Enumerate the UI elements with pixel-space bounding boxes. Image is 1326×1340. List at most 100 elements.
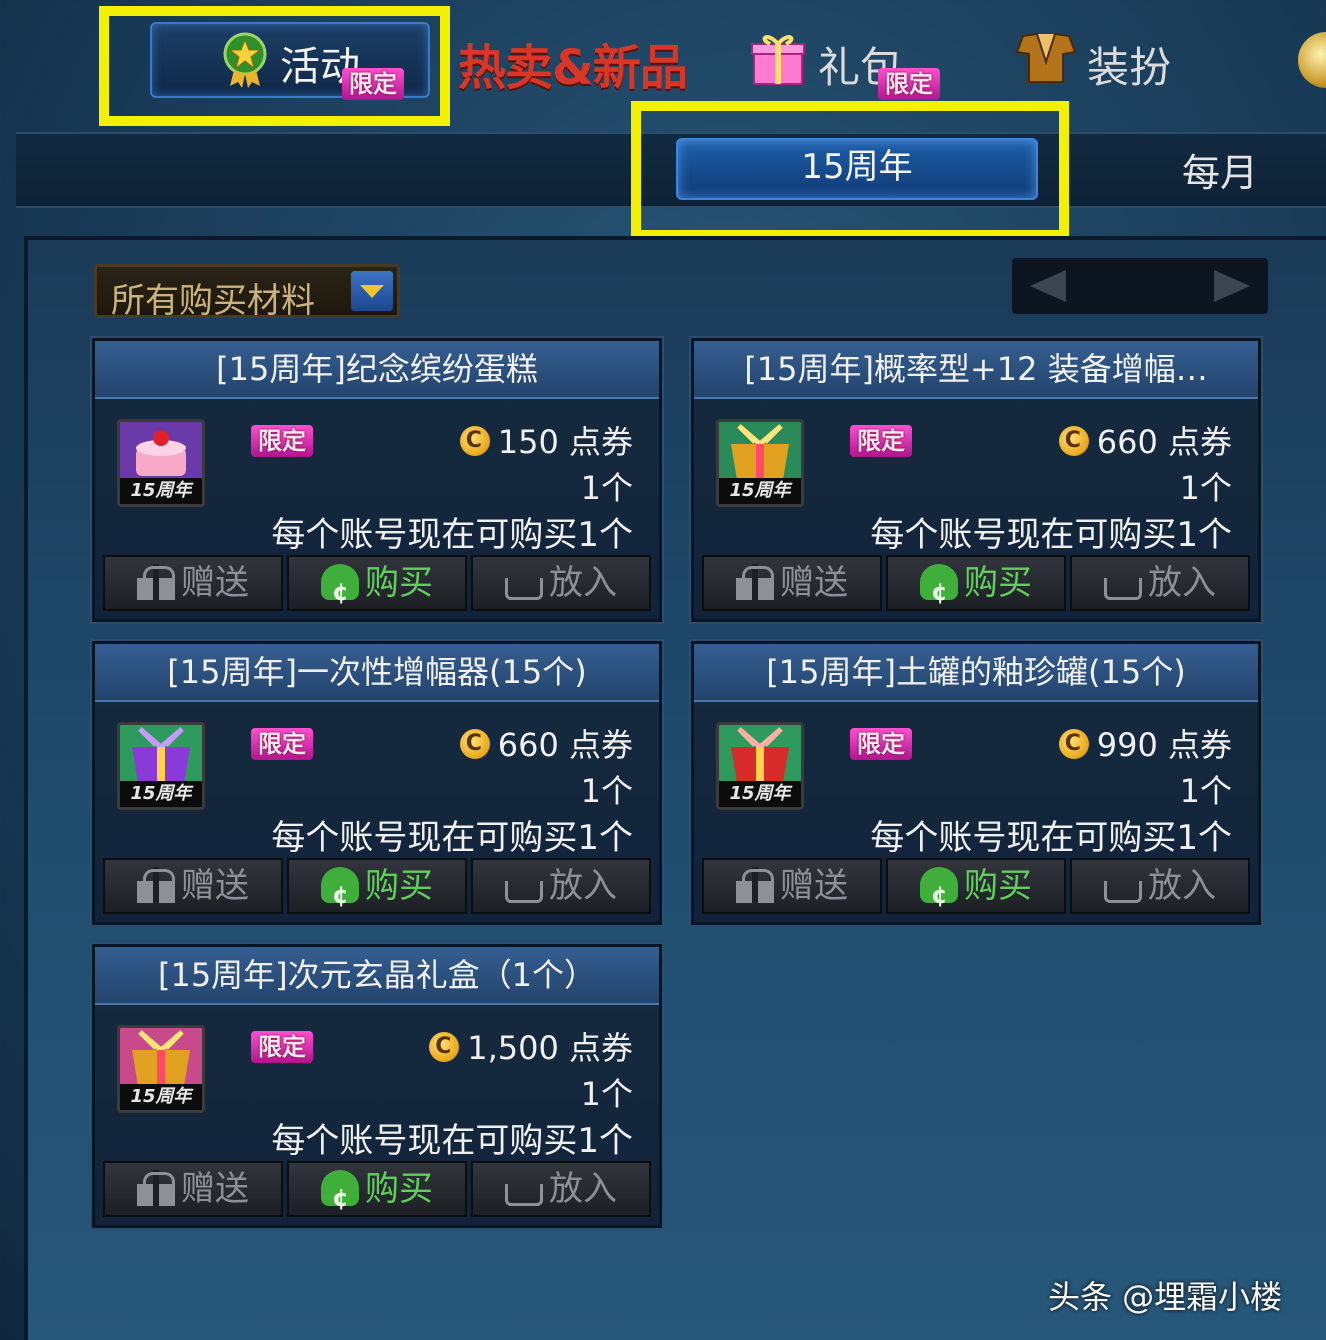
- buy-bag-icon: [920, 564, 958, 618]
- pager: [1012, 258, 1268, 314]
- buy-button[interactable]: 购买: [287, 858, 467, 921]
- cart-icon: [505, 1184, 543, 1206]
- buy-button-label: 购买: [365, 866, 433, 906]
- item-price: 660 点券: [1058, 417, 1232, 463]
- purchase-limit: 每个账号现在可购买1个: [271, 818, 633, 858]
- item-actions: 赠送 购买 放入: [103, 555, 653, 618]
- add-to-cart-button[interactable]: 放入: [471, 1161, 651, 1217]
- add-to-cart-button[interactable]: 放入: [1070, 858, 1250, 914]
- limited-tag: 限定: [251, 728, 313, 760]
- tab-hot-new[interactable]: 热卖&新品: [458, 28, 688, 98]
- gift-box-icon: [751, 35, 805, 85]
- cart-button-label: 放入: [549, 563, 617, 603]
- gift-button[interactable]: 赠送: [103, 858, 283, 914]
- item-card: [15周年]一次性增幅器(15个) 15周年 限定 660 点券 1个 每个账号…: [92, 641, 662, 925]
- gift-button[interactable]: 赠送: [103, 555, 283, 611]
- item-thumbnail[interactable]: 15周年: [117, 722, 205, 810]
- item-title: [15周年]一次性增幅器(15个): [95, 644, 659, 702]
- price-currency: 点券: [568, 1029, 633, 1067]
- tab-costume[interactable]: 装扮: [1015, 28, 1185, 92]
- prev-page-arrow-icon[interactable]: [1030, 270, 1066, 302]
- watermark: 头条 @埋霜小楼: [1048, 1278, 1283, 1316]
- buy-button[interactable]: 购买: [886, 858, 1066, 921]
- gift-icon: [736, 867, 774, 903]
- add-to-cart-button[interactable]: 放入: [471, 555, 651, 611]
- costume-icon: [1015, 32, 1077, 83]
- gold-giftbox-icon: [719, 422, 801, 484]
- price-value: 1,500: [467, 1029, 559, 1067]
- item-actions: 赠送 购买 放入: [702, 858, 1252, 921]
- gift-button-label: 赠送: [181, 563, 249, 603]
- limited-tag: 限定: [251, 425, 313, 457]
- buy-button[interactable]: 购买: [886, 555, 1066, 618]
- cart-icon: [1104, 881, 1142, 903]
- item-quantity: 1个: [580, 469, 633, 507]
- anniversary-badge: 15周年: [719, 478, 801, 504]
- chevron-down-icon[interactable]: [351, 271, 393, 311]
- add-to-cart-button[interactable]: 放入: [1070, 555, 1250, 611]
- add-to-cart-button[interactable]: 放入: [471, 858, 651, 914]
- item-title: [15周年]土罐的釉珍罐(15个): [694, 644, 1258, 702]
- price-currency: 点券: [1167, 423, 1232, 461]
- coupon-coin-icon: [429, 1032, 460, 1062]
- item-price: 990 点券: [1058, 720, 1232, 766]
- limited-tag: 限定: [850, 728, 912, 760]
- tab-costume-label: 装扮: [1087, 43, 1172, 92]
- cart-icon: [505, 881, 543, 903]
- anniversary-badge: 15周年: [120, 478, 202, 504]
- buy-bag-icon: [321, 564, 359, 618]
- cart-button-label: 放入: [549, 866, 617, 906]
- item-title: [15周年]概率型+12 装备增幅…: [694, 341, 1258, 399]
- item-price: 150 点券: [459, 417, 633, 463]
- purchase-limit: 每个账号现在可购买1个: [870, 818, 1232, 858]
- price-value: 660: [497, 726, 559, 764]
- buy-button-label: 购买: [365, 1169, 433, 1209]
- price-currency: 点券: [1167, 726, 1232, 764]
- limited-tag: 限定: [850, 425, 912, 457]
- gift-icon: [137, 867, 175, 903]
- cart-icon: [505, 578, 543, 600]
- anniversary-badge: 15周年: [120, 1084, 202, 1110]
- purchase-limit: 每个账号现在可购买1个: [870, 515, 1232, 555]
- price-currency: 点券: [568, 726, 633, 764]
- buy-bag-icon: [321, 1170, 359, 1224]
- coin-tab-icon[interactable]: [1298, 32, 1326, 88]
- item-thumbnail[interactable]: 15周年: [117, 1025, 205, 1113]
- material-filter-dropdown[interactable]: 所有购买材料: [94, 264, 400, 321]
- gift-icon: [137, 564, 175, 600]
- anniversary-badge: 15周年: [719, 781, 801, 807]
- coupon-coin-icon: [459, 426, 490, 456]
- item-thumbnail[interactable]: 15周年: [716, 419, 804, 507]
- item-thumbnail[interactable]: 15周年: [117, 419, 205, 507]
- coupon-coin-icon: [1058, 729, 1089, 759]
- price-value: 150: [497, 423, 559, 461]
- item-actions: 赠送 购买 放入: [103, 1161, 653, 1224]
- gift-icon: [137, 1170, 175, 1206]
- item-title: [15周年]次元玄晶礼盒（1个）: [95, 947, 659, 1005]
- tab-gift-pack[interactable]: 礼包 限定: [750, 28, 950, 108]
- item-actions: 赠送 购买 放入: [702, 555, 1252, 618]
- purchase-limit: 每个账号现在可购买1个: [271, 515, 633, 555]
- price-currency: 点券: [568, 423, 633, 461]
- gift-button[interactable]: 赠送: [702, 555, 882, 611]
- next-page-arrow-icon[interactable]: [1214, 270, 1250, 302]
- buy-button-label: 购买: [365, 563, 433, 603]
- limited-tag: 限定: [251, 1031, 313, 1063]
- gift-button-label: 赠送: [181, 866, 249, 906]
- item-card: [15周年]纪念缤纷蛋糕 15周年 限定 150 点券 1个 每个账号现在可购买…: [92, 338, 662, 622]
- cake-icon: [120, 422, 202, 484]
- item-card: [15周年]概率型+12 装备增幅… 15周年 限定 660 点券 1个 每个账…: [691, 338, 1261, 622]
- gift-button[interactable]: 赠送: [103, 1161, 283, 1217]
- subtab-monthly[interactable]: 每月: [1182, 142, 1258, 197]
- item-thumbnail[interactable]: 15周年: [716, 722, 804, 810]
- buy-button[interactable]: 购买: [287, 555, 467, 618]
- purchase-limit: 每个账号现在可购买1个: [271, 1121, 633, 1161]
- item-quantity: 1个: [580, 1075, 633, 1113]
- buy-button-label: 购买: [964, 563, 1032, 603]
- gift-button[interactable]: 赠送: [702, 858, 882, 914]
- coupon-coin-icon: [1058, 426, 1089, 456]
- item-quantity: 1个: [1179, 469, 1232, 507]
- highlight-box-activity: [99, 6, 450, 126]
- cart-icon: [1104, 578, 1142, 600]
- buy-button[interactable]: 购买: [287, 1161, 467, 1224]
